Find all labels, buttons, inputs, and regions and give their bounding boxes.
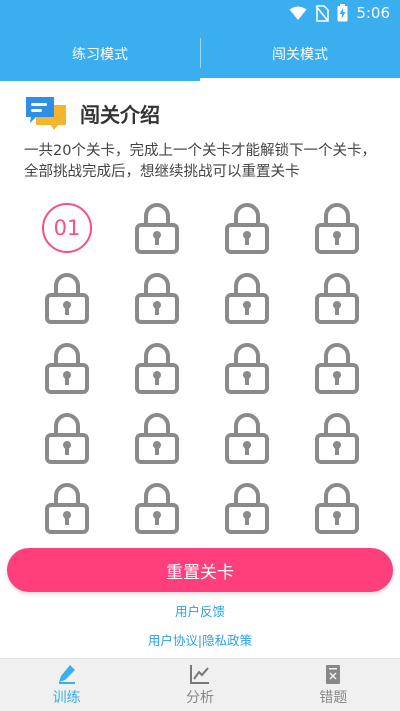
status-icons: 5:06 — [289, 4, 390, 22]
level-locked[interactable] — [202, 473, 292, 543]
level-locked[interactable] — [202, 193, 292, 263]
lock-icon — [225, 483, 269, 534]
chart-icon — [189, 665, 209, 684]
status-time: 5:06 — [356, 4, 390, 22]
challenge-content: 闯关介绍 一共20个关卡，完成上一个关卡才能解锁下一个关卡，全部挑战完成后，想继… — [0, 81, 400, 658]
tab-practice-mode[interactable]: 练习模式 — [0, 26, 200, 81]
lock-icon — [45, 273, 89, 324]
nav-label: 训练 — [52, 690, 81, 706]
level-locked[interactable] — [22, 473, 112, 543]
lock-icon — [135, 203, 179, 254]
agreement-privacy-link[interactable]: 用户协议|隐私政策 — [0, 630, 400, 649]
lock-icon — [135, 413, 179, 464]
level-locked[interactable] — [22, 333, 112, 403]
level-locked[interactable] — [292, 193, 382, 263]
level-locked[interactable] — [22, 403, 112, 473]
level-locked[interactable] — [292, 403, 382, 473]
lock-icon — [315, 413, 359, 464]
nav-label: 错题 — [319, 690, 348, 706]
level-locked[interactable] — [22, 263, 112, 333]
level-locked[interactable] — [112, 263, 202, 333]
bottom-nav: 训练 分析 错题 — [0, 658, 400, 711]
tab-label: 练习模式 — [72, 46, 128, 63]
level-locked[interactable] — [112, 333, 202, 403]
nav-item-mistakes[interactable]: 错题 — [267, 659, 400, 711]
lock-icon — [45, 483, 89, 534]
lock-icon — [315, 343, 359, 394]
document-icon — [326, 665, 341, 684]
user-feedback-link[interactable]: 用户反馈 — [0, 601, 400, 620]
lock-icon — [135, 483, 179, 534]
lock-icon — [225, 203, 269, 254]
lock-icon — [45, 413, 89, 464]
intro-title: 闯关介绍 — [80, 102, 160, 127]
reset-button-label: 重置关卡 — [166, 562, 234, 583]
level-unlocked[interactable]: 01 — [22, 193, 112, 263]
no-sim-icon — [315, 4, 330, 22]
lock-icon — [135, 273, 179, 324]
lock-icon — [315, 483, 359, 534]
reset-levels-button[interactable]: 重置关卡 — [7, 548, 393, 592]
tab-challenge-mode[interactable]: 闯关模式 — [200, 26, 400, 81]
nav-label: 分析 — [185, 690, 214, 706]
tab-divider — [200, 38, 201, 68]
level-locked[interactable] — [202, 333, 292, 403]
intro-description: 一共20个关卡，完成上一个关卡才能解锁下一个关卡，全部挑战完成后，想继续挑战可以… — [24, 143, 376, 180]
lock-icon — [315, 203, 359, 254]
level-grid: 01 — [22, 193, 382, 543]
status-bar: 5:06 — [0, 0, 400, 26]
pencil-icon — [58, 665, 75, 684]
lock-icon — [135, 343, 179, 394]
lock-icon — [225, 273, 269, 324]
tab-label: 闯关模式 — [272, 46, 328, 63]
lock-icon — [225, 343, 269, 394]
chat-bubble-icon — [26, 97, 66, 130]
level-locked[interactable] — [112, 473, 202, 543]
level-locked[interactable] — [292, 473, 382, 543]
nav-item-analysis[interactable]: 分析 — [133, 659, 266, 711]
level-locked[interactable] — [292, 263, 382, 333]
battery-charging-icon — [337, 4, 348, 22]
level-locked[interactable] — [292, 333, 382, 403]
level-locked[interactable] — [202, 403, 292, 473]
level-locked[interactable] — [112, 403, 202, 473]
lock-icon — [225, 413, 269, 464]
level-number: 01 — [42, 203, 92, 253]
level-locked[interactable] — [112, 193, 202, 263]
wifi-icon — [289, 6, 307, 20]
lock-icon — [45, 343, 89, 394]
intro-header: 闯关介绍 — [24, 95, 160, 131]
lock-icon — [315, 273, 359, 324]
nav-item-training[interactable]: 训练 — [0, 659, 133, 711]
level-locked[interactable] — [202, 263, 292, 333]
